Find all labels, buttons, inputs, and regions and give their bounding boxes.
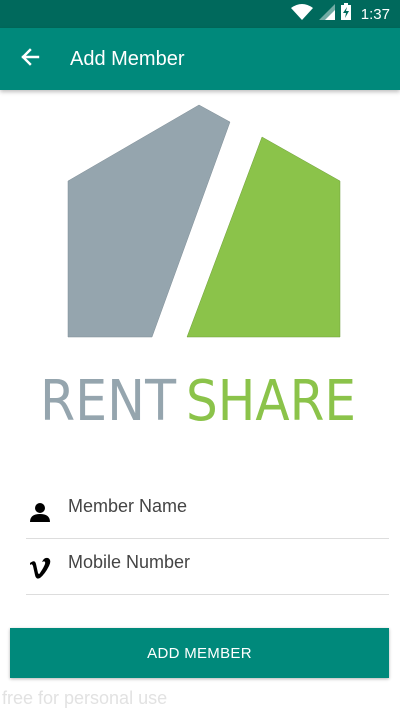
page-title: Add Member: [70, 48, 185, 70]
arrow-left-icon: [20, 47, 40, 72]
status-icons: 1:37: [290, 3, 390, 25]
cell-signal-icon: [318, 3, 335, 25]
back-button[interactable]: [12, 41, 48, 77]
add-member-button[interactable]: ADD MEMBER: [10, 628, 389, 678]
status-bar: 1:37: [0, 0, 400, 28]
mobile-number-input[interactable]: [68, 546, 378, 578]
member-name-input[interactable]: [68, 490, 378, 522]
wifi-icon: [290, 3, 313, 25]
battery-charging-icon: [340, 3, 351, 25]
member-name-row: [26, 482, 389, 539]
watermark-text: free for personal use: [2, 688, 168, 708]
mobile-number-row: [26, 538, 389, 595]
status-time: 1:37: [360, 5, 390, 23]
rent-share-logo: RENT SHARE: [0, 100, 400, 440]
person-icon: [26, 498, 54, 526]
logo-word-share: SHARE: [186, 369, 356, 434]
vimeo-icon: [26, 554, 54, 582]
app-bar: Add Member: [0, 28, 400, 90]
logo-word-rent: RENT: [40, 369, 177, 434]
